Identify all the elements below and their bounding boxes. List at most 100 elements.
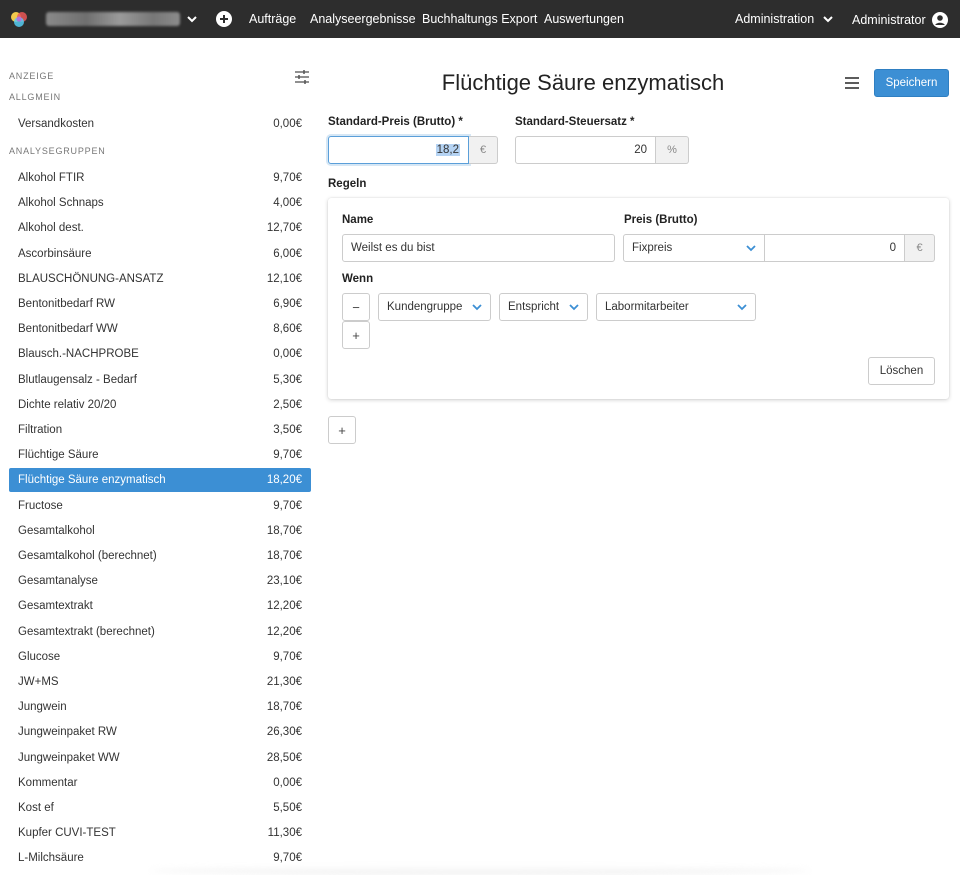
sidebar-item-price: 9,70€	[273, 172, 302, 184]
sidebar-item-name: Fructose	[18, 499, 63, 512]
sidebar-item-name: Filtration	[18, 424, 63, 436]
condition-value-select[interactable]: Labormitarbeiter	[596, 293, 756, 321]
sidebar-item-name: Dichte relativ 20/20	[18, 398, 117, 411]
sidebar-heading-display: ANZEIGE	[9, 71, 55, 81]
sidebar-item[interactable]: Ascorbinsäure 6,00€	[9, 242, 311, 266]
sidebar-item[interactable]: BLAUSCHÖNUNG-ANSATZ 12,10€	[9, 267, 311, 291]
sidebar-item-price: 0,00€	[273, 348, 302, 361]
rule-name-input[interactable]: Weilst es du bist	[342, 234, 615, 262]
delete-rule-button[interactable]: Löschen	[868, 357, 935, 385]
sidebar-item-name: Blausch.-NACHPROBE	[18, 348, 139, 361]
page-title: Flüchtige Säure enzymatisch	[441, 70, 725, 95]
default-tax-label: Standard-Steuersatz *	[515, 116, 635, 128]
sidebar-item-price: 11,30€	[267, 827, 302, 840]
sidebar-item[interactable]: JW+MS 21,30€	[9, 670, 311, 694]
condition-operator-select[interactable]: Entspricht	[499, 293, 588, 321]
sidebar-item[interactable]: Alkohol FTIR 9,70€	[9, 166, 311, 190]
sidebar-item-price: 9,70€	[273, 499, 302, 512]
sidebar-item[interactable]: Jungweinpaket RW 26,30€	[9, 720, 311, 744]
sidebar-item[interactable]: Flüchtige Säure enzymatisch 18,20€	[9, 468, 311, 493]
sidebar-item-name: BLAUSCHÖNUNG-ANSATZ	[18, 272, 164, 285]
sidebar-item-price: 18,70€	[266, 550, 302, 562]
sidebar-item[interactable]: Alkohol Schnaps 4,00€	[9, 191, 311, 215]
sidebar-item-name: Ascorbinsäure	[18, 247, 92, 260]
sidebar-item-name: Jungwein	[18, 701, 67, 714]
sidebar-item[interactable]: Kommentar 0,00€	[9, 771, 311, 795]
sidebar-item-name: Versandkosten	[18, 118, 95, 130]
sidebar-item-price: 9,70€	[273, 449, 302, 462]
condition-field-select[interactable]: Kundengruppe	[378, 293, 491, 321]
user-menu[interactable]: Administrator	[852, 12, 948, 28]
default-price-input[interactable]: 18,2	[328, 136, 469, 164]
sidebar-item[interactable]: Blausch.-NACHPROBE 0,00€	[9, 342, 311, 366]
user-circle-icon	[931, 12, 948, 28]
sidebar-item-price: 26,30€	[266, 726, 302, 739]
sidebar-item-name: Alkohol dest.	[18, 222, 84, 235]
sidebar-item-name: Bentonitbedarf RW	[18, 298, 115, 310]
sidebar-item[interactable]: Gesamtanalyse 23,10€	[9, 569, 311, 593]
sidebar-item-price: 0,00€	[273, 118, 302, 130]
sidebar-item[interactable]: Gesamtextrakt 12,20€	[9, 594, 311, 618]
remove-condition-button[interactable]: −	[342, 293, 370, 321]
sidebar-item[interactable]: Gesamtextrakt (berechnet) 12,20€	[9, 620, 311, 644]
sidebar-item-name: Gesamtanalyse	[18, 575, 98, 588]
sidebar-item[interactable]: Fructose 9,70€	[9, 494, 311, 518]
sidebar-item[interactable]: Jungwein 18,70€	[9, 695, 311, 719]
sidebar: ANZEIGE ALLGMEIN Versandkosten 0,00€ ANAL…	[0, 38, 320, 875]
sidebar-item-name: Jungweinpaket RW	[18, 726, 117, 739]
sidebar-item[interactable]: Gesamtalkohol (berechnet) 18,70€	[9, 544, 311, 568]
sidebar-item[interactable]: Glucose 9,70€	[9, 645, 311, 669]
default-tax-input[interactable]: 20	[515, 136, 656, 164]
sidebar-item[interactable]: Filtration 3,50€	[9, 418, 311, 442]
sidebar-item[interactable]: Bentonitbedarf RW 6,90€	[9, 292, 311, 316]
sidebar-item[interactable]: Flüchtige Säure 9,70€	[9, 443, 311, 467]
administration-menu[interactable]: Administration	[735, 12, 834, 26]
sidebar-item-name: Bentonitbedarf WW	[18, 323, 118, 336]
nav-analyseergebnisse[interactable]: Analyseergebnisse	[310, 12, 416, 26]
chevron-down-icon	[823, 16, 833, 23]
sidebar-item-price: 6,00€	[273, 247, 302, 260]
plus-circle-icon[interactable]	[216, 11, 232, 27]
sidebar-item-price: 28,50€	[266, 751, 302, 764]
sidebar-item[interactable]: Gesamtalkohol 18,70€	[9, 519, 311, 543]
add-rule-button[interactable]: +	[328, 416, 356, 444]
sidebar-item[interactable]: Alkohol dest. 12,70€	[9, 216, 311, 240]
chevron-down-icon[interactable]	[185, 12, 199, 26]
sidebar-item-price: 12,20€	[266, 625, 302, 638]
sidebar-item-name: Kupfer CUVI-TEST	[18, 827, 116, 840]
add-condition-button[interactable]: +	[342, 321, 370, 349]
sidebar-item-name: L-Milchsäure	[18, 852, 84, 865]
nav-auswertungen[interactable]: Auswertungen	[544, 12, 624, 26]
rule-price-type-select[interactable]: Fixpreis	[623, 234, 765, 262]
rule-price-input[interactable]: 0	[764, 234, 905, 262]
rule-name-value: Weilst es du bist	[351, 242, 435, 254]
filter-settings-icon[interactable]	[294, 70, 310, 84]
workspace-switcher[interactable]	[46, 12, 180, 26]
nav-buchhaltungs-export[interactable]: Buchhaltungs Export	[422, 12, 537, 26]
nav-auftraege[interactable]: Aufträge	[249, 12, 296, 26]
rule-name-label: Name	[342, 214, 374, 226]
save-button[interactable]: Speichern	[874, 69, 949, 97]
sidebar-item-price: 8,60€	[273, 323, 302, 336]
sidebar-item[interactable]: Bentonitbedarf WW 8,60€	[9, 317, 311, 341]
sidebar-item[interactable]: Versandkosten 0,00€	[9, 112, 311, 136]
sidebar-item[interactable]: Kupfer CUVI-TEST 11,30€	[9, 821, 311, 845]
sidebar-item-name: Glucose	[18, 650, 61, 663]
app-logo[interactable]	[10, 10, 28, 28]
sidebar-item-price: 12,10€	[266, 272, 302, 285]
chevron-down-icon	[472, 303, 482, 310]
sidebar-item-price: 18,20€	[266, 474, 302, 487]
sidebar-item[interactable]: Blutlaugensalz - Bedarf 5,30€	[9, 368, 311, 392]
sidebar-item-name: Flüchtige Säure enzymatisch	[18, 474, 166, 487]
sidebar-item-name: Kommentar	[18, 776, 78, 789]
sidebar-item-price: 9,70€	[273, 852, 302, 865]
sidebar-item-price: 3,50€	[273, 424, 302, 436]
sidebar-item[interactable]: Jungweinpaket WW 28,50€	[9, 746, 311, 770]
sidebar-item-price: 9,70€	[273, 650, 302, 663]
sidebar-item[interactable]: Kost ef 5,50€	[9, 796, 311, 820]
menu-icon[interactable]	[844, 76, 860, 90]
condition-operator-value: Entspricht	[508, 301, 560, 313]
default-tax-value: 20	[634, 144, 647, 156]
sidebar-item[interactable]: Dichte relativ 20/20 2,50€	[9, 393, 311, 417]
default-price-value: 18,2	[435, 144, 460, 156]
